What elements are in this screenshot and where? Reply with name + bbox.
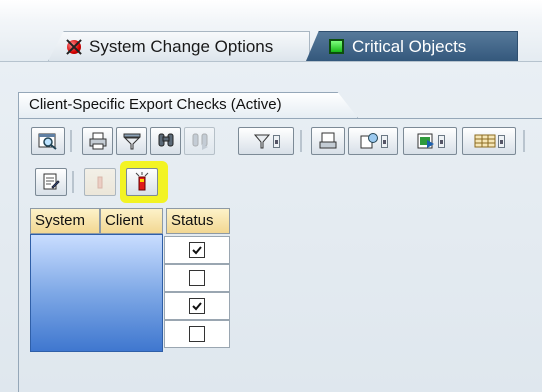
tab-critical-objects[interactable]: Critical Objects xyxy=(306,31,518,61)
export-button[interactable] xyxy=(348,127,398,155)
dropdown-indicator-icon xyxy=(497,134,505,148)
active-light-button[interactable] xyxy=(126,168,158,196)
find-next-icon xyxy=(192,133,208,150)
find-icon xyxy=(158,133,173,147)
checkmark-icon xyxy=(192,246,202,255)
status-checkbox[interactable] xyxy=(189,242,205,258)
active-light-icon xyxy=(135,172,149,191)
status-cell[interactable] xyxy=(164,264,230,292)
green-status-icon xyxy=(329,39,344,54)
layout-icon xyxy=(474,134,495,148)
layout-button[interactable] xyxy=(462,127,516,155)
status-checkbox[interactable] xyxy=(189,270,205,286)
red-status-icon xyxy=(67,39,81,54)
tab-label: Critical Objects xyxy=(352,36,467,56)
print-preview-icon xyxy=(319,132,337,149)
print-button[interactable] xyxy=(82,127,113,155)
warning-light-button[interactable] xyxy=(84,168,116,196)
export-icon xyxy=(360,133,378,149)
dropdown-indicator-icon xyxy=(380,134,388,148)
status-cell[interactable] xyxy=(164,320,230,348)
status-cell[interactable] xyxy=(164,292,230,320)
find-next-button[interactable] xyxy=(184,127,215,155)
display-change-icon xyxy=(43,173,60,190)
find-button[interactable] xyxy=(150,127,181,155)
status-checkbox[interactable] xyxy=(189,326,205,342)
dropdown-indicator-icon xyxy=(272,134,280,148)
status-checkbox[interactable] xyxy=(189,298,205,314)
warning-light-icon xyxy=(97,176,103,189)
filter-icon xyxy=(123,133,140,150)
set-filter-button[interactable] xyxy=(238,127,294,155)
dropdown-indicator-icon xyxy=(437,134,445,148)
checkmark-icon xyxy=(192,302,202,311)
details-button[interactable] xyxy=(31,127,65,155)
group-title-text: Client-Specific Export Checks (Active) xyxy=(29,96,282,113)
tab-system-change-options[interactable]: System Change Options xyxy=(48,31,310,61)
views-icon xyxy=(417,133,434,149)
column-header-system[interactable]: System xyxy=(30,208,100,234)
column-header-status[interactable]: Status xyxy=(166,208,230,234)
filter-button[interactable] xyxy=(116,127,147,155)
column-header-label: System xyxy=(35,212,86,229)
print-preview-button[interactable] xyxy=(311,127,345,155)
selected-cells[interactable] xyxy=(30,234,163,352)
display-change-button[interactable] xyxy=(35,168,67,196)
group-title: Client-Specific Export Checks (Active) xyxy=(18,92,358,118)
set-filter-icon xyxy=(253,134,270,149)
status-cell[interactable] xyxy=(164,236,230,264)
column-header-label: Client xyxy=(105,212,144,229)
views-button[interactable] xyxy=(403,127,457,155)
tab-label: System Change Options xyxy=(89,36,274,56)
column-header-client[interactable]: Client xyxy=(100,208,163,234)
column-header-label: Status xyxy=(171,212,214,229)
print-icon xyxy=(89,132,106,150)
details-icon xyxy=(38,133,57,150)
